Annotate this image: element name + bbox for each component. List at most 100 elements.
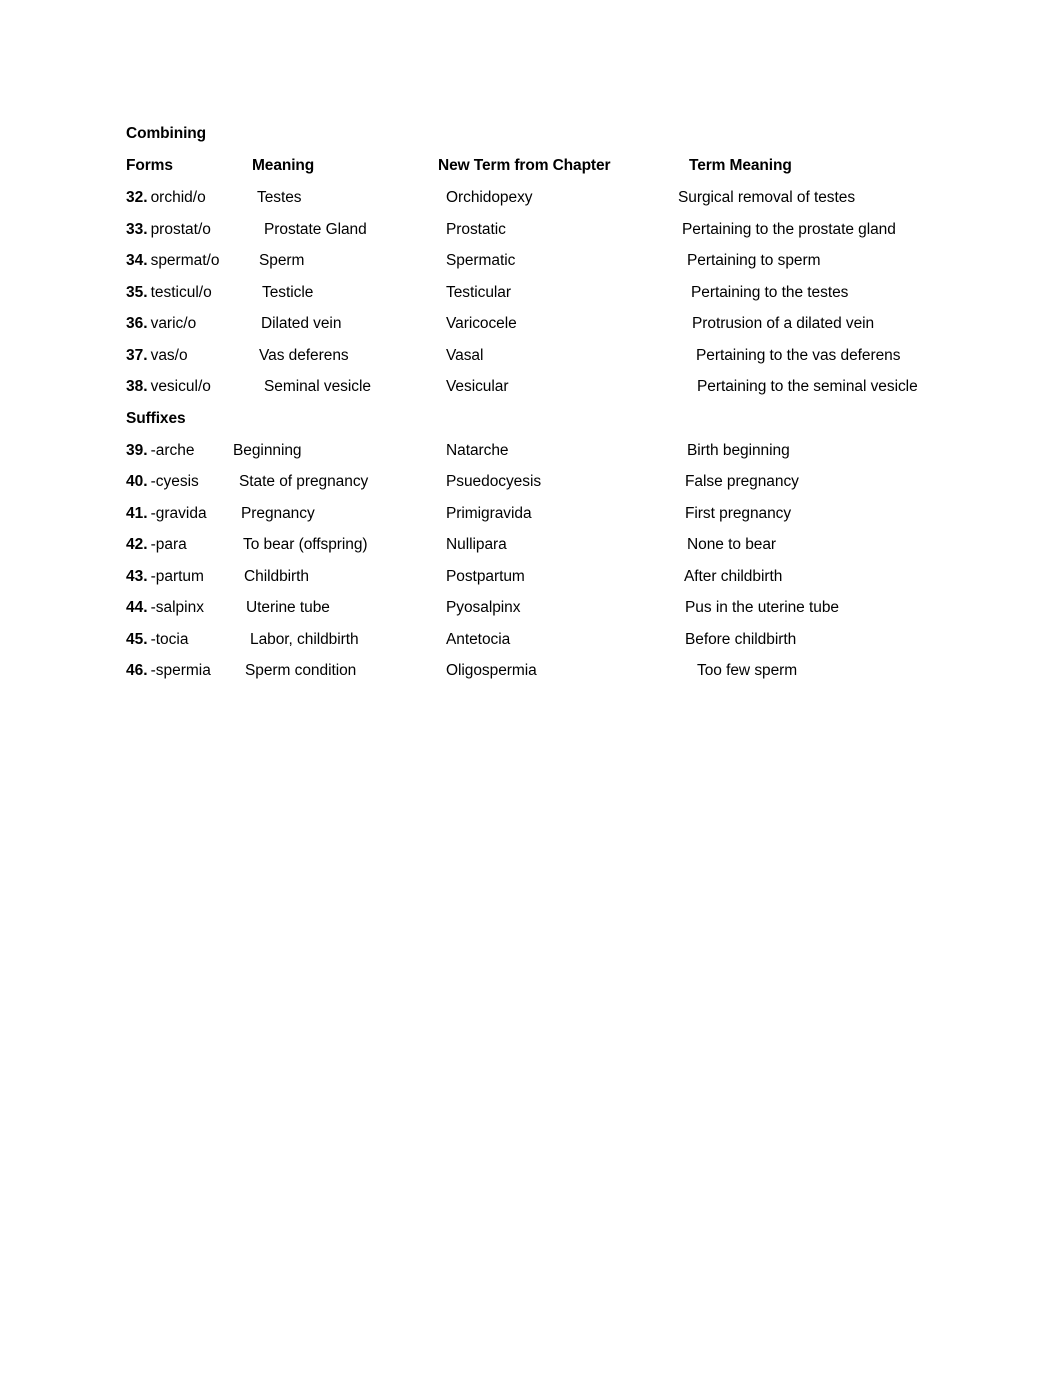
row-number: 41. [126,504,148,522]
row-term-cell: 45. -tocia [126,624,188,656]
row-term-cell: 37. vas/o [126,340,188,372]
row-term-cell: 36. varic/o [126,308,196,340]
row-meaning: Labor, childbirth [250,630,359,648]
row-meaning: Sperm [259,252,305,269]
document-body: Combining Forms Meaning New Term from Ch… [126,118,986,687]
row-number: 42. [126,536,148,553]
row-meaning: Uterine tube [246,599,330,616]
row-number: 39. [126,441,148,459]
row-number: 40. [126,473,148,490]
row-term-meaning: After childbirth [684,567,783,585]
row-term-cell: 42. -para [126,529,187,561]
row-term: -para [150,536,187,553]
row-term: -cyesis [150,473,199,490]
row-meaning: Beginning [233,441,302,459]
row-term: spermat/o [150,252,220,269]
row-new-term: Primigravida [446,504,532,522]
section-title-combining: Combining [126,125,207,142]
row-new-term: Postpartum [446,567,525,585]
row-term: -partum [150,567,204,585]
row-meaning: State of pregnancy [239,473,369,490]
row-number: 38. [126,378,148,395]
table-row: 43. -partum Childbirth Postpartum After chil… [126,561,986,593]
row-number: 34. [126,252,148,269]
row-new-term: Vesicular [446,378,509,395]
row-term: -salpinx [150,599,204,616]
row-term: varic/o [150,315,197,332]
row-term-meaning: Too few sperm [697,662,798,679]
table-row: 34. spermat/o Sperm Spermatic Pertaining to … [126,245,986,277]
section-combining-forms: Combining Forms Meaning New Term from Ch… [126,118,986,403]
row-meaning: Seminal vesicle [264,378,371,395]
row-term: -arche [150,441,195,459]
suffixes-rows: 39. -arche Beginning Natarche Birth beginnin… [126,435,986,687]
table-row: 41. -gravida Pregnancy Primigravida First pr… [126,498,986,530]
row-new-term: Vasal [446,346,484,364]
row-term: -tocia [150,630,189,648]
row-new-term: Spermatic [446,252,516,269]
section-title-suffixes: Suffixes [126,409,186,427]
row-meaning: Prostate Gland [264,220,367,238]
header-forms: Forms [126,157,173,174]
row-new-term: Orchidopexy [446,189,533,206]
table-row: 44. -salpinx Uterine tube Pyosalpinx Pus in … [126,592,986,624]
row-number: 36. [126,315,148,332]
table-row: 33. prostat/o Prostate Gland Prostatic Perta… [126,214,986,246]
row-number: 44. [126,599,148,616]
table-row: 38. vesicul/o Seminal vesicle Vesicular Pert… [126,371,986,403]
row-meaning: Sperm condition [245,662,357,679]
row-term-cell: 44. -salpinx [126,592,204,624]
row-new-term: Varicocele [446,315,517,332]
row-term: vas/o [150,346,188,364]
row-term-meaning: Pertaining to the seminal vesicle [697,378,918,395]
row-term-cell: 34. spermat/o [126,245,219,277]
table-row: 40. -cyesis State of pregnancy Psuedocyesis… [126,466,986,498]
row-term: testicul/o [150,283,212,301]
document-page: Combining Forms Meaning New Term from Ch… [0,0,1062,1376]
table-row: 46. -spermia Sperm condition Oligospermia To… [126,655,986,687]
row-new-term: Natarche [446,441,509,459]
row-term: -gravida [150,504,207,522]
row-new-term: Oligospermia [446,662,537,679]
row-term-meaning: Before childbirth [685,630,797,648]
row-new-term: Antetocia [446,630,511,648]
row-meaning: Testicle [262,283,314,301]
row-meaning: Vas deferens [259,346,349,364]
table-row: 39. -arche Beginning Natarche Birth beginnin… [126,435,986,467]
row-meaning: To bear (offspring) [243,536,368,553]
row-new-term: Testicular [446,283,511,301]
header-meaning: Meaning [252,157,315,174]
row-term-meaning: Protrusion of a dilated vein [692,315,875,332]
row-term-cell: 35. testicul/o [126,277,212,309]
row-number: 37. [126,346,148,364]
header-new-term: New Term from Chapter [438,157,611,174]
row-term-meaning: Pertaining to the vas deferens [696,346,901,364]
row-number: 46. [126,662,148,679]
row-number: 43. [126,567,148,585]
row-new-term: Prostatic [446,220,506,238]
row-term-cell: 39. -arche [126,435,195,467]
row-new-term: Nullipara [446,536,507,553]
row-term-meaning: None to bear [687,536,777,553]
row-number: 35. [126,283,148,301]
row-term-meaning: Pertaining to sperm [687,252,821,269]
row-new-term: Psuedocyesis [446,473,542,490]
row-term-meaning: Birth beginning [687,441,790,459]
row-new-term: Pyosalpinx [446,599,521,616]
header-term-meaning: Term Meaning [689,157,792,174]
table-row: 42. -para To bear (offspring) Nullipara None… [126,529,986,561]
table-row: 37. vas/o Vas deferens Vasal Pertaining to t… [126,340,986,372]
row-term: orchid/o [150,189,206,206]
combining-forms-rows: 32. orchid/o Testes Orchidopexy Surgical rem… [126,182,986,403]
row-term: -spermia [150,662,211,679]
row-term-cell: 43. -partum [126,561,204,593]
row-number: 33. [126,220,148,238]
table-row: 32. orchid/o Testes Orchidopexy Surgical rem… [126,182,986,214]
table-row: 45. -tocia Labor, childbirth Antetocia Befor… [126,624,986,656]
row-meaning: Testes [257,189,302,206]
row-number: 45. [126,630,148,648]
row-term-meaning: Pertaining to the testes [691,283,849,301]
row-term-cell: 40. -cyesis [126,466,199,498]
row-term-meaning: False pregnancy [685,473,799,490]
row-term-cell: 32. orchid/o [126,182,206,214]
